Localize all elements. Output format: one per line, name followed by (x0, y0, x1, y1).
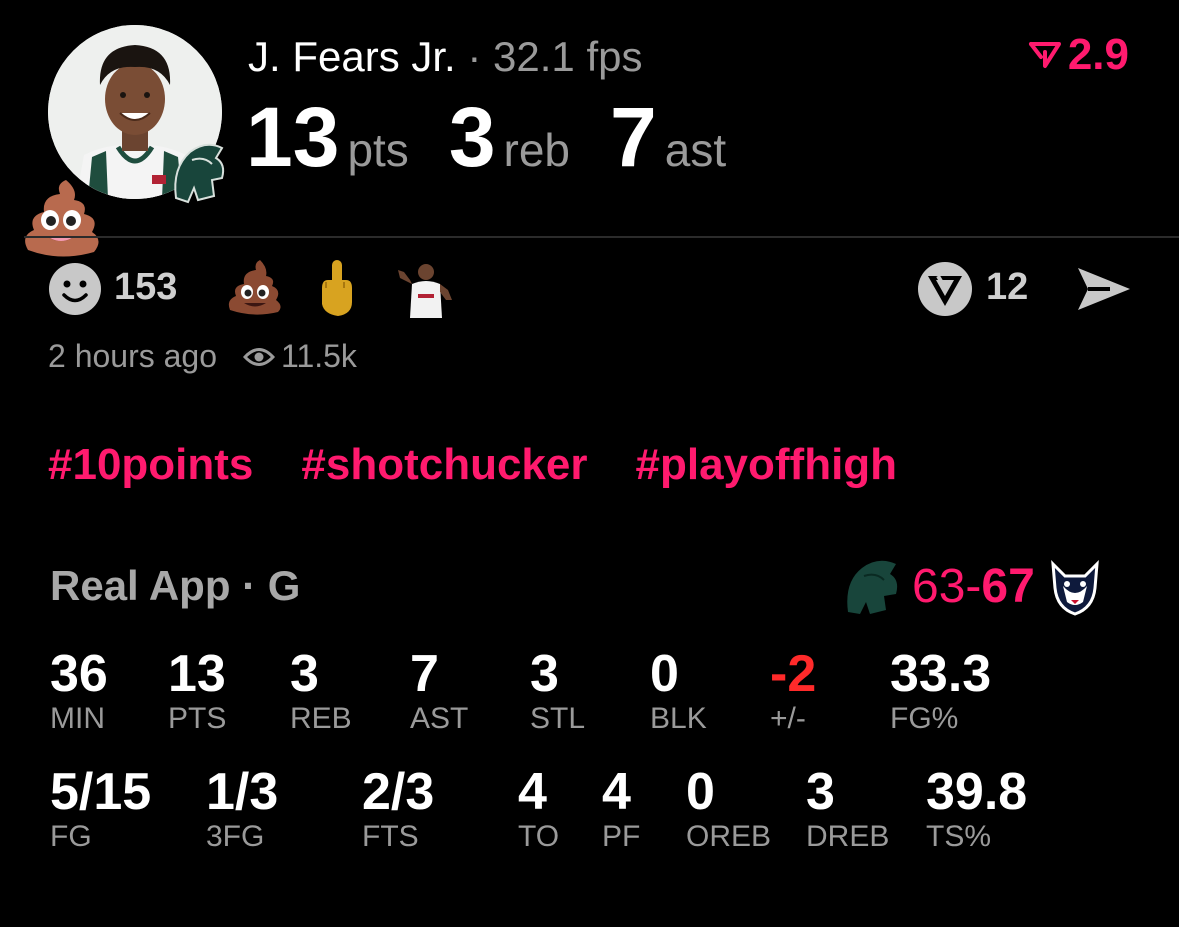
stat-value: 1/3 (206, 763, 279, 821)
stat-dreb: 3 DREB (806, 764, 889, 854)
stat-label: +/- (770, 702, 806, 735)
headline-ast-value: 7 (610, 90, 657, 184)
away-score: 67 (981, 559, 1035, 613)
stat-value: 3 (530, 645, 559, 703)
player-name-line: J. Fears Jr. · 32.1 fps (248, 32, 643, 82)
stat-stl: 3 STL (530, 646, 585, 736)
stat-value: 13 (168, 645, 226, 703)
post-meta: 2 hours ago 11.5k (48, 338, 357, 375)
headline-reb-value: 3 (448, 90, 496, 184)
stat-value: 39.8 (926, 763, 1028, 821)
stat-min: 36 MIN (50, 646, 108, 736)
game-score[interactable]: 63-67 (842, 556, 1105, 616)
stat-label: BLK (650, 702, 707, 735)
versus-count[interactable]: 12 (986, 266, 1028, 309)
stat-ts-pct: 39.8 TS% (926, 764, 1027, 854)
divider (24, 236, 1179, 238)
stat-pf: 4 PF (602, 764, 640, 854)
stat-value: 0 (686, 763, 715, 821)
stat-label: FTS (362, 820, 419, 853)
stat-label: STL (530, 702, 586, 735)
share-send-icon[interactable] (1076, 264, 1132, 314)
headline-reb-unit: reb (503, 124, 571, 176)
stat-to: 4 TO (518, 764, 559, 854)
stat-label: AST (410, 702, 469, 735)
trend-down-icon (1028, 42, 1061, 68)
separator-dot: · (467, 33, 482, 80)
middle-finger-emoji-icon[interactable] (314, 258, 360, 318)
hashtag[interactable]: #shotchucker (301, 440, 587, 490)
stat-fts: 2/3 FTS (362, 764, 434, 854)
huskies-logo-icon (1050, 560, 1099, 616)
stat-value: 0 (650, 645, 679, 703)
headline-stats: 13 pts 3 reb 7 ast (246, 92, 766, 182)
poop-emoji-icon (25, 180, 99, 257)
stat-blk: 0 BLK (650, 646, 707, 736)
reaction-count[interactable]: 153 (114, 266, 177, 309)
poop-emoji-icon[interactable] (226, 260, 284, 318)
post-card: J. Fears Jr. · 32.1 fps 2.9 13 pts 3 reb… (0, 0, 1179, 927)
stat-reb: 3 REB (290, 646, 352, 736)
stat-fg-pct: 33.3 FG% (890, 646, 991, 736)
add-reaction-icon[interactable] (48, 262, 102, 316)
stat-label: MIN (50, 702, 105, 735)
stat-value: -2 (770, 645, 817, 703)
stat-value: 3 (806, 763, 835, 821)
view-count: 11.5k (243, 338, 357, 375)
stat-value: 5/15 (50, 763, 152, 821)
stat-label: TO (518, 820, 560, 853)
stat-fg: 5/15 FG (50, 764, 151, 854)
stat-value: 3 (290, 645, 319, 703)
player-flex-icon[interactable] (396, 260, 454, 320)
hashtag-list: #10points #shotchucker #playoffhigh (48, 440, 897, 490)
stat-pts: 13 PTS (168, 646, 226, 736)
stat-plus-minus: -2 +/- (770, 646, 816, 736)
stat-value: 36 (50, 645, 108, 703)
score-dash: - (965, 559, 982, 613)
stat-value: 4 (518, 763, 547, 821)
trend-indicator: 2.9 (1028, 30, 1129, 80)
headline-pts-unit: pts (347, 124, 409, 176)
stat-3fg: 1/3 3FG (206, 764, 278, 854)
versus-icon[interactable] (916, 260, 974, 318)
trend-value: 2.9 (1067, 30, 1129, 79)
headline-pts-value: 13 (246, 90, 340, 184)
stat-label: 3FG (206, 820, 265, 853)
view-count-value: 11.5k (281, 338, 357, 374)
stat-value: 7 (410, 645, 439, 703)
spartans-logo-icon (174, 143, 225, 204)
stat-ast: 7 AST (410, 646, 468, 736)
stat-label: REB (290, 702, 352, 735)
hashtag[interactable]: #10points (48, 440, 253, 490)
stat-label: PF (602, 820, 641, 853)
stat-label: PTS (168, 702, 227, 735)
hashtag[interactable]: #playoffhigh (636, 440, 898, 490)
player-name[interactable]: J. Fears Jr. (248, 33, 456, 80)
game-title: Real App · G (50, 562, 301, 609)
stat-label: OREB (686, 820, 772, 853)
stat-value: 33.3 (890, 645, 992, 703)
stat-label: FG (50, 820, 92, 853)
eye-icon (243, 347, 276, 366)
spartans-logo-icon (847, 560, 898, 614)
stat-oreb: 0 OREB (686, 764, 771, 854)
headline-ast-unit: ast (664, 124, 727, 176)
stat-value: 4 (602, 763, 631, 821)
fps-value: 32.1 fps (493, 33, 643, 80)
timestamp: 2 hours ago (48, 338, 218, 374)
stat-value: 2/3 (362, 763, 435, 821)
stat-label: FG% (890, 702, 959, 735)
stat-label: TS% (926, 820, 992, 853)
stat-label: DREB (806, 820, 890, 853)
home-score: 63 (912, 559, 966, 613)
